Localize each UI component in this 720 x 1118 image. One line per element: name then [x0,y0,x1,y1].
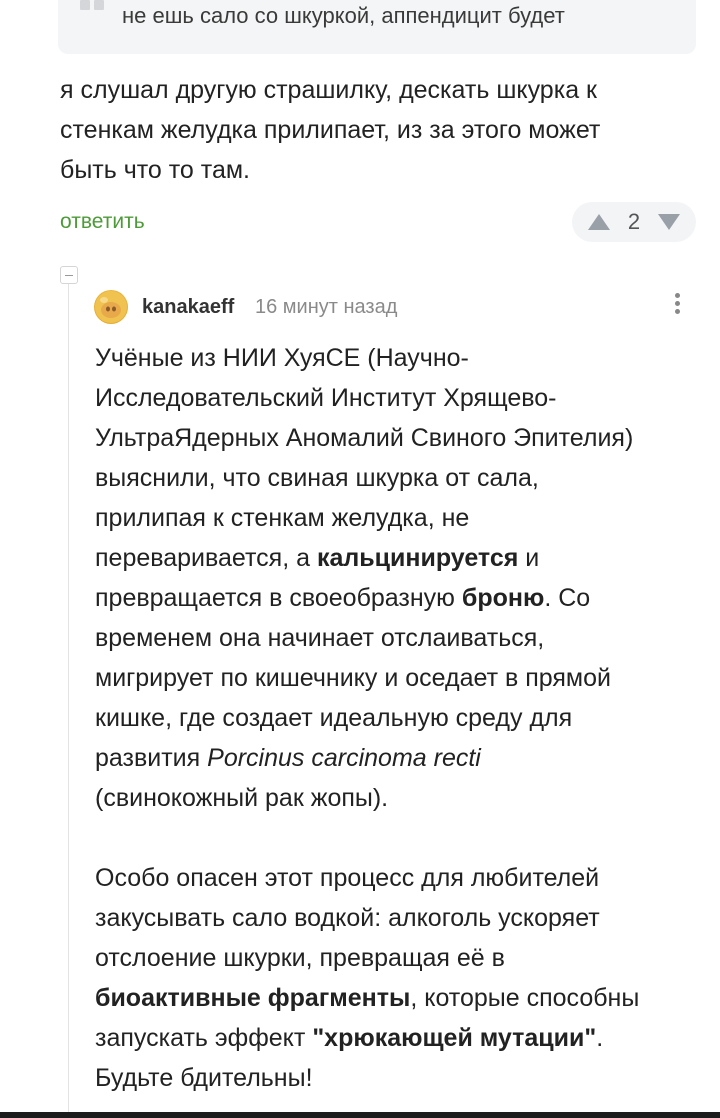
quote-block: не ешь сало со шкуркой, аппендицит будет [58,0,696,54]
reply-button[interactable]: ответить [60,208,145,236]
rating-count: 2 [627,209,641,234]
text-span: . Со [544,584,591,612]
comment-line: УльтраЯдерных Аномалий Свиного Эпителия) [95,424,634,452]
author-name[interactable]: kanakaeff [142,294,234,320]
collapse-thread-button[interactable] [60,266,78,284]
comment-line: Будьте бдительны! [95,1064,313,1092]
bold-text: "хрюкающей мутации" [312,1024,597,1052]
downvote-icon[interactable] [656,212,682,232]
bold-text: броню [461,584,545,612]
avatar[interactable] [94,290,128,324]
comment-line: (свинокожный рак жопы). [95,784,389,812]
text-span: развития [95,744,208,772]
comment-line: отслоение шкурки, превращая её в [95,944,505,972]
text-span: , которые способны [410,984,640,1012]
comment-line: кишке, где создает идеальную среду для [95,704,573,732]
comment-line: переваривается, а кальцинируется и [95,538,705,578]
text-span: и [518,544,540,572]
comment-line: выяснили, что свиная шкурка от сала, [95,464,539,492]
quote-icon [80,0,104,10]
comment-line: быть что то там. [60,156,250,184]
comment-line: закусывать сало водкой: алкоголь ускоряе… [95,904,600,932]
quote-text: не ешь сало со шкуркой, аппендицит будет [122,3,565,28]
text-span: . [596,1024,604,1052]
thread-line[interactable] [68,284,69,1118]
comment-timestamp: 16 минут назад [255,296,398,318]
comment-line: Исследовательский Институт Хрящево- [95,384,557,412]
comment-line: запускать эффект "хрюкающей мутации". [95,1018,705,1058]
comment-body: Учёные из НИИ ХуяСЕ (Научно- Исследовате… [95,338,705,1098]
comment-line: мигрирует по кишечнику и оседает в прямо… [95,664,611,692]
text-span: переваривается, а [95,544,317,572]
text-span: запускать эффект [95,1024,313,1052]
italic-text: Porcinus carcinoma recti [207,744,481,772]
comment-line: развития Porcinus carcinoma recti [95,738,705,778]
avatar-image-icon [95,291,127,323]
upvote-icon[interactable] [586,212,612,232]
comment-line: превращается в своеобразную броню. Со [95,578,705,618]
bold-text: кальцинируется [316,544,519,572]
bottom-bar [0,1112,720,1118]
comment-body: я слушал другую страшилку, дескать шкурк… [60,70,700,190]
bold-text: биоактивные фрагменты [95,984,411,1012]
comment-line: прилипая к стенкам желудка, не [95,504,470,532]
rating-widget: 2 [572,202,696,242]
comment-line: временем она начинает отслаиваться, [95,624,545,652]
more-options-icon[interactable] [668,290,686,324]
text-span: превращается в своеобразную [95,584,462,612]
comment-line: стенкам желудка прилипает, из за этого м… [60,116,601,144]
comment-line: биоактивные фрагменты, которые способны [95,978,705,1018]
comment-line: я слушал другую страшилку, дескать шкурк… [60,76,597,104]
comment-line: Особо опасен этот процесс для любителей [95,864,600,892]
comment-line: Учёные из НИИ ХуяСЕ (Научно- [95,344,469,372]
